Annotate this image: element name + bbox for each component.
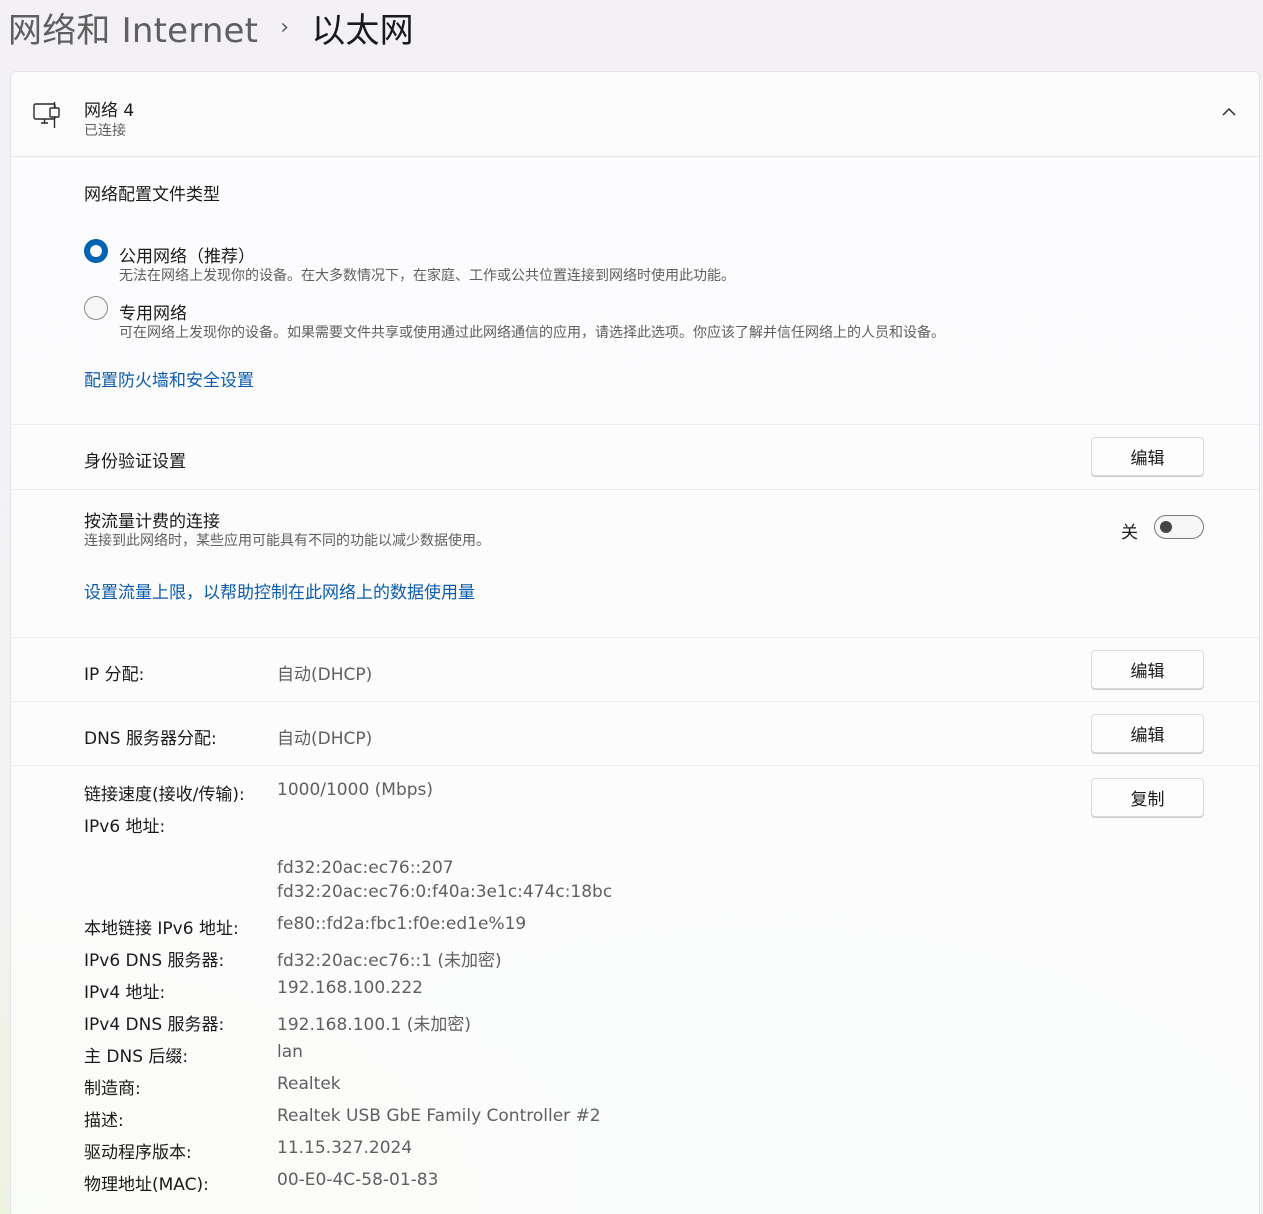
ip-assignment-row: IP 分配: 自动(DHCP) 编辑 (11, 638, 1259, 702)
metered-connection-toggle[interactable] (1154, 515, 1204, 539)
ip-edit-button[interactable]: 编辑 (1091, 650, 1204, 689)
public-network-radio[interactable] (84, 239, 108, 263)
page-title: 以太网 (311, 10, 414, 51)
ipv6-address-value: fd32:20ac:ec76:0:f40a:3e1c:474c:18bc (277, 882, 613, 902)
ethernet-details-card: 网络 4 已连接 网络配置文件类型 公用网络（推荐） 无法在网络上发现你的设备。… (10, 71, 1260, 1214)
breadcrumb: 网络和 Internet › 以太网 (8, 3, 414, 52)
breadcrumb-separator-icon: › (280, 14, 290, 40)
link-speed-label: 链接速度(接收/传输): (84, 785, 245, 805)
prop-value: 192.168.100.222 (277, 978, 424, 998)
auth-edit-button[interactable]: 编辑 (1091, 437, 1204, 476)
profile-heading: 网络配置文件类型 (84, 185, 220, 205)
ipv6-address-value: fd32:20ac:ec76::207 (277, 858, 454, 878)
prop-label: 驱动程序版本: (84, 1143, 192, 1163)
network-header[interactable]: 网络 4 已连接 (11, 72, 1259, 157)
auth-settings-row: 身份验证设置 编辑 (11, 425, 1259, 490)
dns-edit-button[interactable]: 编辑 (1091, 714, 1204, 753)
network-status: 已连接 (84, 123, 126, 139)
prop-value: Realtek USB GbE Family Controller #2 (277, 1106, 601, 1126)
prop-label: 描述: (84, 1111, 124, 1131)
dns-assignment-row: DNS 服务器分配: 自动(DHCP) 编辑 (11, 702, 1259, 766)
breadcrumb-parent-link[interactable]: 网络和 Internet (8, 3, 258, 52)
metered-connection-label: 按流量计费的连接 (84, 512, 220, 532)
private-network-radio[interactable] (84, 296, 108, 320)
public-network-label[interactable]: 公用网络（推荐） (119, 242, 255, 267)
metered-connection-description: 连接到此网络时，某些应用可能具有不同的功能以减少数据使用。 (84, 533, 490, 549)
prop-value: 192.168.100.1 (未加密) (277, 1015, 472, 1035)
copy-properties-button[interactable]: 复制 (1091, 778, 1204, 817)
firewall-settings-link[interactable]: 配置防火墙和安全设置 (84, 366, 254, 391)
link-speed-value: 1000/1000 (Mbps) (277, 780, 434, 800)
prop-value: Realtek (277, 1074, 341, 1094)
ethernet-computer-icon (33, 102, 60, 128)
prop-value: fd32:20ac:ec76::1 (未加密) (277, 951, 502, 971)
network-profile-section: 网络配置文件类型 公用网络（推荐） 无法在网络上发现你的设备。在大多数情况下，在… (11, 158, 1259, 425)
private-network-description: 可在网络上发现你的设备。如果需要文件共享或使用通过此网络通信的应用，请选择此选项… (119, 325, 945, 341)
prop-value: 11.15.327.2024 (277, 1138, 413, 1158)
chevron-up-icon[interactable] (1221, 106, 1237, 118)
prop-label: 主 DNS 后缀: (84, 1047, 189, 1067)
prop-label: 本地链接 IPv6 地址: (84, 919, 239, 939)
prop-value: 00-E0-4C-58-01-83 (277, 1170, 439, 1190)
prop-label: IPv6 DNS 服务器: (84, 951, 225, 971)
private-network-label[interactable]: 专用网络 (119, 299, 187, 324)
prop-value: lan (277, 1042, 303, 1062)
public-network-description: 无法在网络上发现你的设备。在大多数情况下，在家庭、工作或公共位置连接到网络时使用… (119, 268, 735, 284)
prop-value: fe80::fd2a:fbc1:f0e:ed1e%19 (277, 914, 527, 934)
prop-label: IPv4 DNS 服务器: (84, 1015, 225, 1035)
ip-assignment-label: IP 分配: (84, 665, 145, 685)
prop-label: 物理地址(MAC): (84, 1175, 209, 1195)
prop-label: IPv4 地址: (84, 983, 166, 1003)
auth-settings-label: 身份验证设置 (84, 452, 186, 472)
dns-assignment-label: DNS 服务器分配: (84, 729, 217, 749)
network-name: 网络 4 (84, 101, 135, 121)
metered-toggle-state: 关 (1121, 523, 1138, 543)
metered-connection-section: 按流量计费的连接 连接到此网络时，某些应用可能具有不同的功能以减少数据使用。 关… (11, 490, 1259, 638)
ipv6-address-label: IPv6 地址: (84, 817, 166, 837)
dns-assignment-value: 自动(DHCP) (277, 729, 373, 749)
prop-label: 制造商: (84, 1079, 141, 1099)
properties-section: 复制 链接速度(接收/传输): 1000/1000 (Mbps) IPv6 地址… (11, 766, 1259, 1214)
data-limit-link[interactable]: 设置流量上限，以帮助控制在此网络上的数据使用量 (84, 578, 475, 603)
ip-assignment-value: 自动(DHCP) (277, 665, 373, 685)
